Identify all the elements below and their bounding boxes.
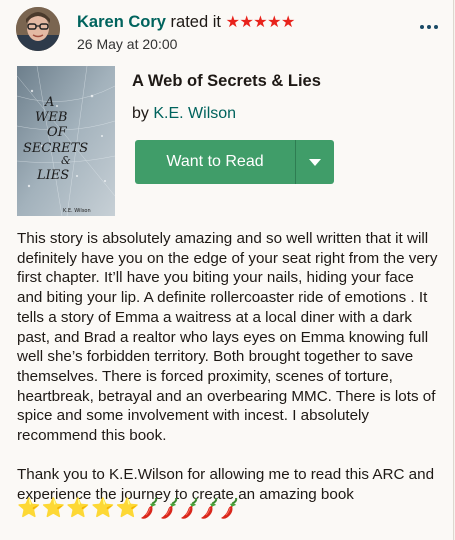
chili-pepper-icon: [201, 498, 218, 519]
star-emoji: ⭐: [41, 498, 66, 519]
review-date[interactable]: 26 May at 20:00: [77, 35, 177, 53]
chili-pepper-icon: [221, 498, 238, 519]
want-to-read-control: Want to Read: [135, 140, 334, 184]
emoji-rating-row: ⭐ ⭐ ⭐ ⭐ ⭐: [17, 497, 240, 521]
book-section: A WEB OF SECRETS & LIES K.E. Wilson A We…: [17, 66, 447, 218]
star-emoji: ⭐: [66, 498, 91, 519]
star-emoji: ⭐: [17, 498, 41, 519]
book-cover[interactable]: A WEB OF SECRETS & LIES K.E. Wilson: [17, 66, 115, 216]
book-byline: by K.E. Wilson: [132, 105, 236, 123]
review-text: This story is absolutely amazing and so …: [17, 229, 442, 505]
book-title-link[interactable]: A Web of Secrets & Lies: [132, 72, 321, 91]
want-to-read-button[interactable]: Want to Read: [135, 140, 295, 184]
chili-pepper-icon: [161, 498, 178, 519]
review-paragraph-1: This story is absolutely amazing and so …: [17, 230, 438, 445]
svg-text:OF: OF: [47, 125, 68, 140]
rating-stars: ★★★★★: [225, 14, 296, 31]
user-name-link[interactable]: Karen Cory: [77, 13, 166, 31]
svg-text:SECRETS: SECRETS: [23, 141, 88, 156]
svg-text:K.E. Wilson: K.E. Wilson: [63, 208, 91, 214]
user-avatar[interactable]: [16, 7, 60, 51]
by-label: by: [132, 105, 149, 122]
star-emoji: ⭐: [91, 498, 115, 519]
svg-text:WEB: WEB: [35, 110, 67, 125]
dropdown-caret-icon: [309, 158, 321, 166]
chili-pepper-icon: [141, 498, 158, 519]
review-card: Karen Cory rated it ★★★★★ 26 May at 20:0…: [0, 0, 454, 540]
author-link[interactable]: K.E. Wilson: [153, 105, 236, 122]
shelf-dropdown-button[interactable]: [296, 140, 334, 184]
more-options-icon[interactable]: [416, 17, 442, 37]
svg-text:A: A: [44, 95, 54, 110]
svg-text:LIES: LIES: [36, 168, 69, 183]
rating-line: Karen Cory rated it ★★★★★: [77, 12, 295, 33]
star-emoji: ⭐: [115, 498, 140, 519]
review-header: Karen Cory rated it ★★★★★ 26 May at 20:0…: [16, 7, 446, 53]
chili-pepper-icon: [181, 498, 198, 519]
rated-label: rated it: [170, 13, 221, 31]
svg-text:&: &: [61, 154, 71, 167]
